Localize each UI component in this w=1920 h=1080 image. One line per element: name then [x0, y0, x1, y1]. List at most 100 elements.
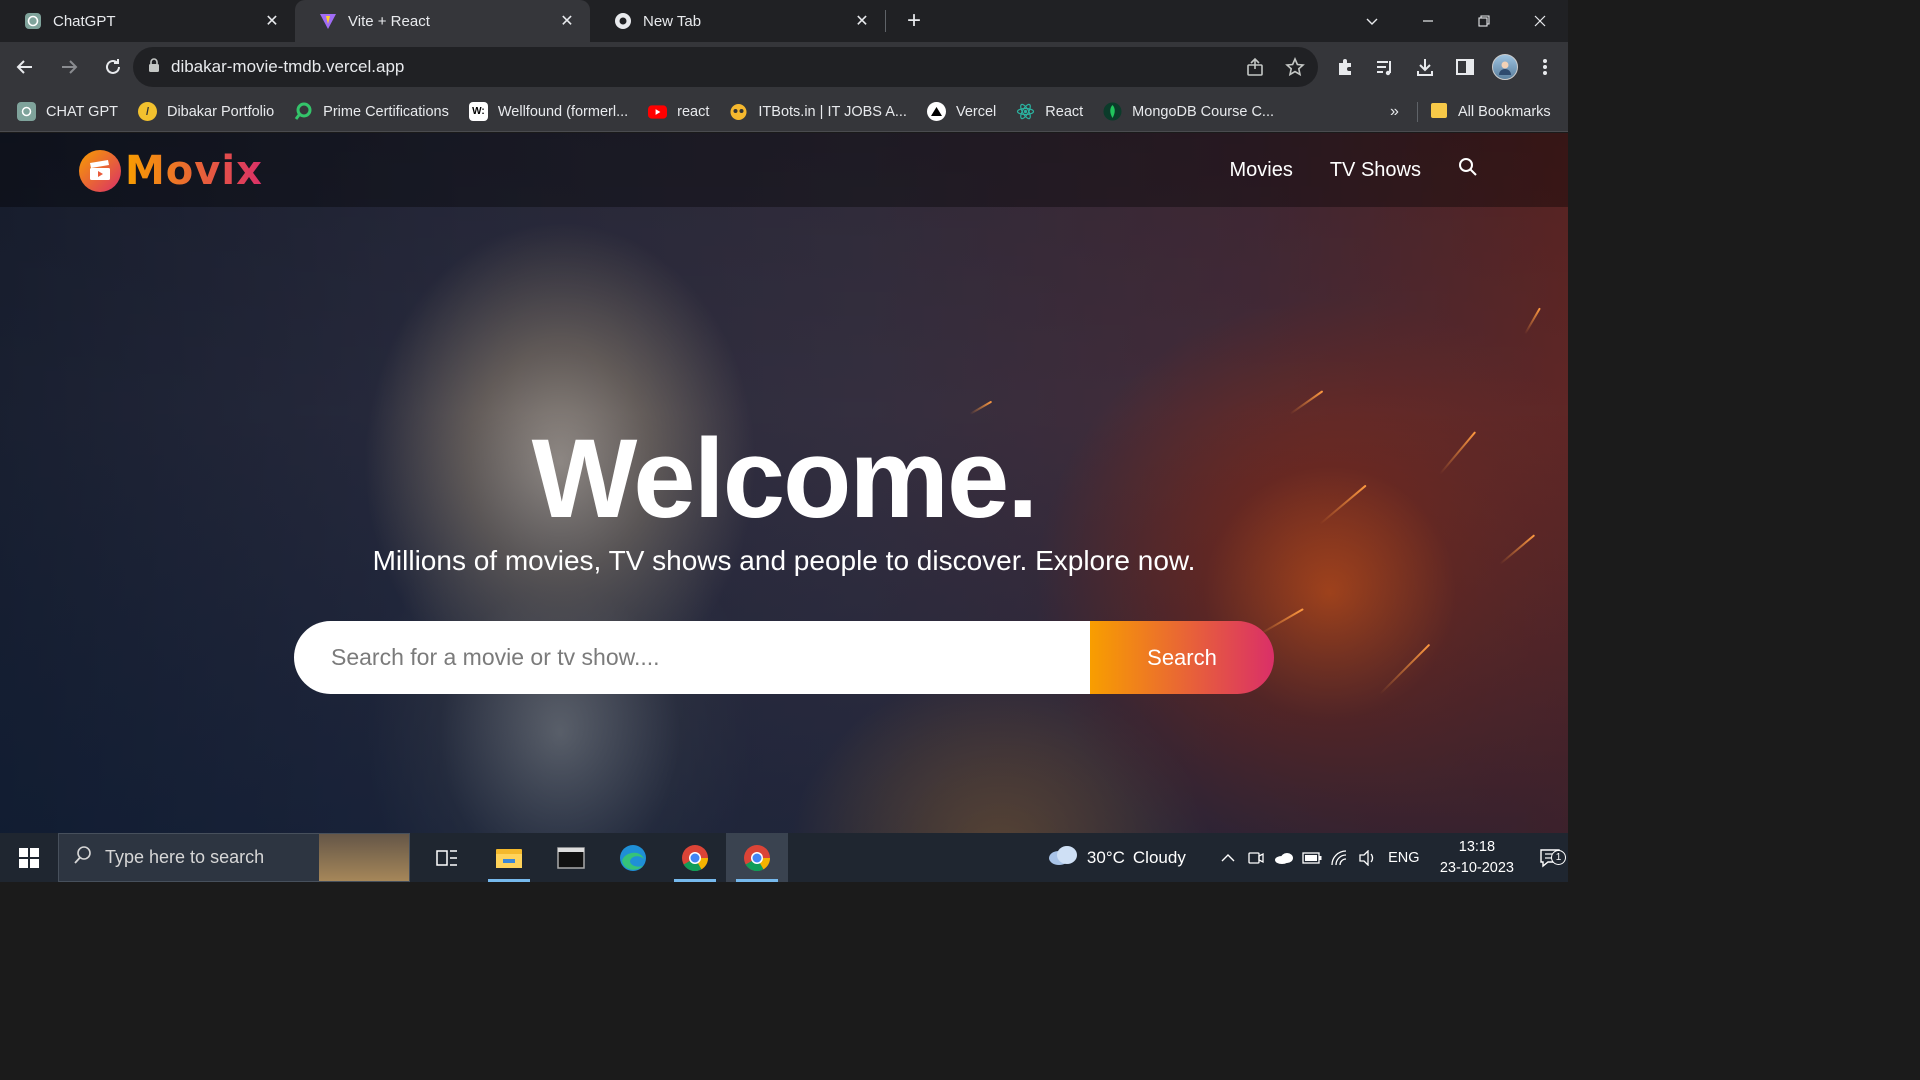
bookmark-label: Wellfound (formerl... — [497, 103, 629, 120]
media-queue-icon[interactable] — [1372, 54, 1398, 80]
search-icon — [73, 845, 93, 870]
bookmark-star-icon[interactable] — [1282, 54, 1308, 80]
forward-arrow-icon — [62, 60, 78, 74]
task-view-icon[interactable] — [416, 833, 478, 882]
bookmark-prime-certifications[interactable]: Prime Certifications — [294, 102, 449, 121]
edge-icon[interactable] — [602, 833, 664, 882]
vercel-icon — [926, 102, 946, 121]
taskbar-search-placeholder: Type here to search — [105, 847, 265, 867]
tab-title: Vite + React — [348, 12, 430, 30]
weather-widget[interactable]: 30°C Cloudy — [1047, 844, 1186, 871]
bookmark-itbots[interactable]: ITBots.in | IT JOBS A... — [729, 102, 907, 121]
back-arrow-icon — [16, 60, 32, 74]
toolbar-actions — [1332, 42, 1558, 92]
clapperboard-icon — [79, 150, 121, 192]
address-bar[interactable]: dibakar-movie-tmdb.vercel.app — [133, 47, 1318, 87]
logo-text: Movix — [125, 148, 263, 194]
extensions-icon[interactable] — [1332, 54, 1358, 80]
taskbar-search-box[interactable]: Type here to search — [58, 833, 410, 882]
bookmark-mongodb[interactable]: MongoDB Course C... — [1103, 102, 1274, 121]
chatgpt-icon — [24, 12, 42, 30]
chevron-up-icon[interactable] — [1214, 853, 1242, 863]
clock-date: 23-10-2023 — [1439, 859, 1514, 876]
language-indicator[interactable]: ENG — [1382, 850, 1426, 866]
chrome-profile-icon[interactable] — [664, 833, 726, 882]
browser-menu-icon[interactable] — [1532, 54, 1558, 80]
mongodb-icon — [1103, 102, 1122, 121]
site-info-icon[interactable] — [147, 57, 161, 78]
bookmark-label: CHAT GPT — [46, 103, 118, 120]
wifi-icon[interactable] — [1326, 849, 1354, 866]
bookmark-label: ITBots.in | IT JOBS A... — [758, 103, 907, 120]
back-button[interactable] — [6, 48, 44, 86]
new-tab-button[interactable]: + — [896, 0, 932, 42]
close-tab-icon[interactable]: ✕ — [558, 12, 576, 30]
react-icon — [1016, 102, 1035, 121]
tab-search-icon[interactable] — [1344, 0, 1400, 42]
notifications-button[interactable]: 1 — [1532, 847, 1568, 869]
movie-search-input[interactable] — [294, 621, 1090, 694]
minimize-icon[interactable] — [1400, 0, 1456, 42]
hero-section: Welcome. Millions of movies, TV shows an… — [0, 423, 1568, 577]
bookmark-label: MongoDB Course C... — [1132, 103, 1275, 120]
bookmark-react[interactable]: React — [1016, 102, 1083, 121]
more-bookmarks-button[interactable]: » — [1390, 92, 1399, 132]
bookmarks-bar: CHAT GPT / Dibakar Portfolio Prime Certi… — [0, 92, 1568, 132]
chatgpt-icon — [17, 102, 36, 121]
close-tab-icon[interactable]: ✕ — [263, 12, 281, 30]
cloud-icon — [1047, 844, 1079, 871]
search-button[interactable]: Search — [1090, 621, 1274, 694]
close-window-icon[interactable] — [1512, 0, 1568, 42]
profile-avatar[interactable] — [1492, 54, 1518, 80]
nav-tv-shows[interactable]: TV Shows — [1330, 159, 1421, 182]
itbots-icon — [729, 102, 748, 121]
side-panel-icon[interactable] — [1452, 54, 1478, 80]
search-icon[interactable] — [1458, 157, 1478, 183]
onedrive-icon[interactable] — [1270, 852, 1298, 864]
tab-separator — [885, 10, 886, 32]
bookmark-label: react — [677, 103, 710, 120]
meet-now-icon[interactable] — [1242, 850, 1270, 866]
bookmark-vercel[interactable]: Vercel — [926, 102, 997, 121]
notification-count: 1 — [1551, 849, 1566, 865]
battery-icon[interactable] — [1298, 851, 1326, 864]
movix-page: Movix Movies TV Shows Welcome. Millions … — [0, 133, 1568, 833]
reload-icon — [106, 59, 120, 74]
clock[interactable]: 13:18 23-10-2023 — [1440, 837, 1514, 879]
reload-button[interactable] — [94, 48, 132, 86]
chrome-icon[interactable] — [726, 833, 788, 882]
share-icon[interactable] — [1242, 54, 1268, 80]
bookmark-chatgpt[interactable]: CHAT GPT — [17, 102, 118, 121]
bookmark-label: Vercel — [955, 103, 997, 120]
all-bookmarks-button[interactable]: All Bookmarks — [1430, 92, 1551, 132]
close-tab-icon[interactable]: ✕ — [853, 12, 871, 30]
hero-search-bar: Search — [294, 621, 1274, 694]
restore-icon[interactable] — [1456, 0, 1512, 42]
movix-logo[interactable]: Movix — [79, 148, 263, 194]
nav-movies[interactable]: Movies — [1229, 159, 1292, 182]
youtube-icon — [648, 102, 668, 121]
bookmarks-separator — [1417, 102, 1418, 122]
url-text[interactable]: dibakar-movie-tmdb.vercel.app — [171, 57, 404, 77]
bookmark-react-youtube[interactable]: react — [648, 102, 709, 121]
bookmark-wellfound[interactable]: W: Wellfound (formerl... — [468, 102, 629, 121]
weather-temp: 30°C — [1086, 847, 1125, 867]
folder-icon — [1430, 101, 1448, 123]
forward-button[interactable] — [50, 48, 88, 86]
search-highlight-image — [319, 834, 409, 881]
bookmark-label: React — [1045, 103, 1084, 120]
tab-chatgpt[interactable]: ChatGPT ✕ — [0, 0, 295, 42]
hero-subtitle: Millions of movies, TV shows and people … — [372, 545, 1196, 576]
bookmark-dibakar-portfolio[interactable]: / Dibakar Portfolio — [137, 102, 274, 121]
file-explorer-icon[interactable] — [478, 833, 540, 882]
hero-title: Welcome. — [531, 416, 1039, 541]
user-icon — [1499, 61, 1511, 75]
tab-vite-react[interactable]: Vite + React ✕ — [295, 0, 590, 42]
wellfound-icon: W: — [468, 102, 488, 121]
download-icon[interactable] — [1412, 54, 1438, 80]
terminal-icon[interactable] — [540, 833, 602, 882]
windows-start-icon[interactable] — [0, 833, 58, 882]
weather-condition: Cloudy — [1132, 847, 1186, 867]
volume-icon[interactable] — [1354, 849, 1382, 866]
tab-new-tab[interactable]: New Tab ✕ — [590, 0, 885, 42]
